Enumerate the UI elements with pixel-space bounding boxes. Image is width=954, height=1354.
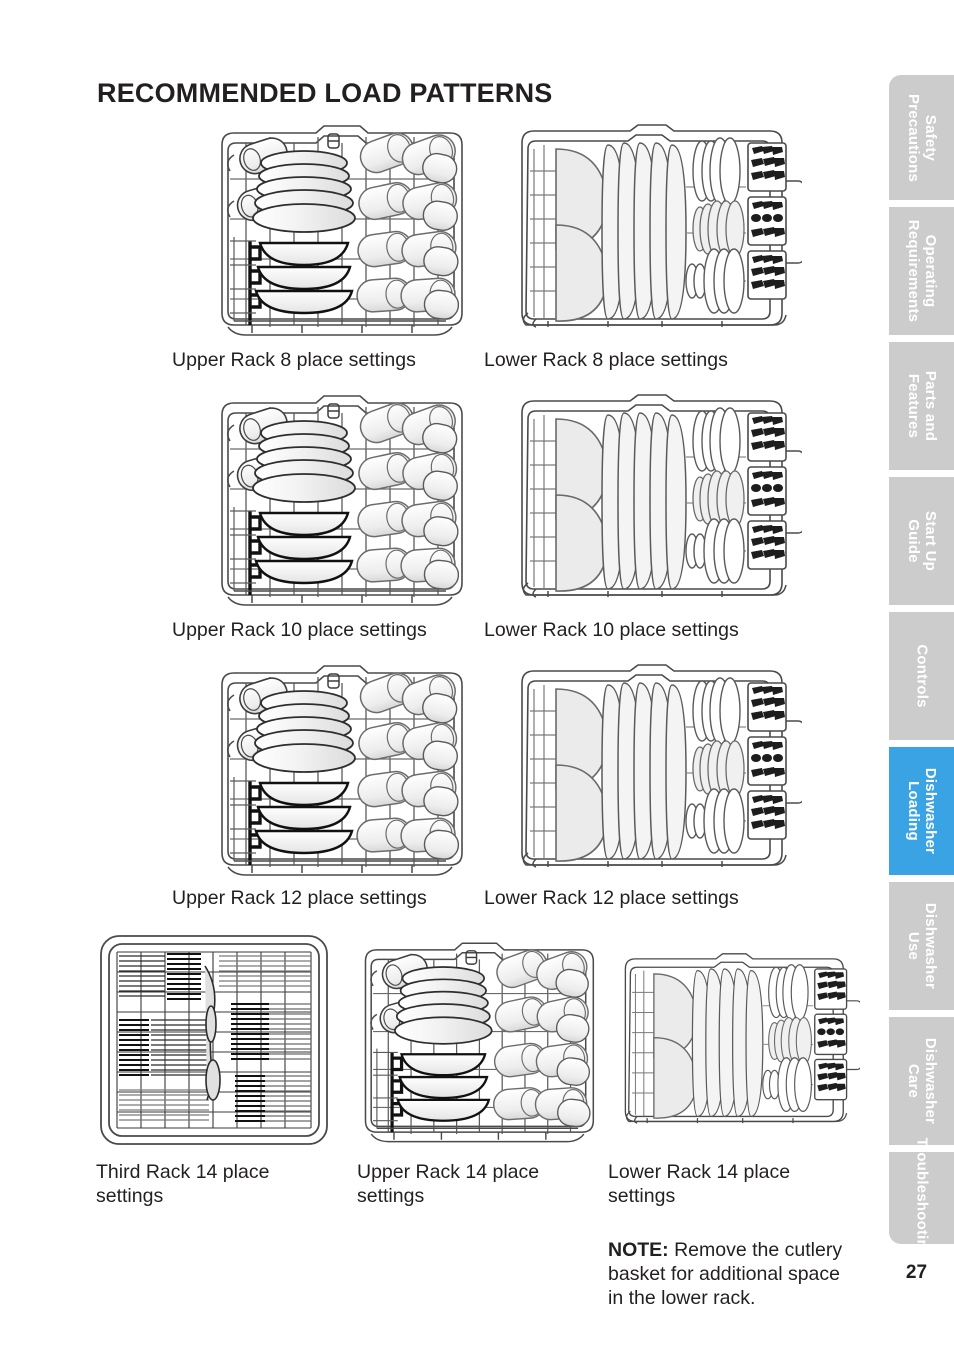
figure-lower-rack-8 (512, 115, 802, 343)
figure-upper-rack-10 (212, 385, 468, 613)
section-tab-rail: Safety Precautions Operating Requirement… (889, 0, 954, 1354)
page-title: RECOMMENDED LOAD PATTERNS (97, 78, 553, 108)
sidebar-item-operating-requirements[interactable]: Operating Requirements (889, 207, 954, 335)
sidebar-item-safety-precautions[interactable]: Safety Precautions (889, 75, 954, 200)
caption-lower-rack-10: Lower Rack 10 place settings (484, 619, 739, 641)
sidebar-item-start-up-guide[interactable]: Start Up Guide (889, 477, 954, 605)
sidebar-item-controls[interactable]: Controls (889, 612, 954, 740)
sidebar-item-dishwasher-use[interactable]: Dishwasher Use (889, 882, 954, 1010)
figure-lower-rack-12 (512, 655, 802, 883)
figure-third-rack-14 (93, 928, 336, 1154)
manual-page: RECOMMENDED LOAD PATTERNS Upper Rack 8 p… (0, 0, 954, 1354)
sidebar-item-parts-and-features[interactable]: Parts and Features (889, 342, 954, 470)
sidebar-item-label: Troubleshooting (913, 1137, 930, 1259)
page-number: 27 (905, 1262, 928, 1283)
sidebar-item-label: Controls (913, 644, 930, 708)
caption-lower-rack-8: Lower Rack 8 place settings (484, 349, 728, 371)
sidebar-item-label: Safety Precautions (904, 93, 939, 182)
sidebar-item-label: Operating Requirements (904, 219, 939, 323)
caption-upper-rack-12: Upper Rack 12 place settings (172, 887, 427, 909)
sidebar-item-dishwasher-loading[interactable]: Dishwasher Loading (889, 747, 954, 875)
note-label: NOTE: (608, 1239, 669, 1261)
figure-upper-rack-14 (356, 928, 599, 1154)
caption-third-rack-14: Third Rack 14 place settings (96, 1161, 270, 1207)
figure-upper-rack-12 (212, 655, 468, 883)
caption-lower-rack-14: Lower Rack 14 place settings (608, 1161, 791, 1207)
figure-lower-rack-14 (617, 928, 860, 1154)
figure-lower-rack-10 (512, 385, 802, 613)
figure-upper-rack-8 (212, 115, 468, 343)
sidebar-item-label: Start Up Guide (904, 511, 939, 571)
caption-lower-rack-12: Lower Rack 12 place settings (484, 887, 739, 909)
sidebar-item-dishwasher-care[interactable]: Dishwasher Care (889, 1017, 954, 1145)
caption-upper-rack-14: Upper Rack 14 place settings (357, 1161, 540, 1207)
sidebar-item-label: Dishwasher Loading (904, 767, 939, 855)
sidebar-item-troubleshooting[interactable]: Troubleshooting (889, 1138, 954, 1258)
sidebar-item-label: Parts and Features (904, 370, 939, 442)
note-block: NOTE: Remove the cutlery basket for addi… (608, 1238, 858, 1310)
caption-upper-rack-10: Upper Rack 10 place settings (172, 619, 427, 641)
caption-upper-rack-8: Upper Rack 8 place settings (172, 349, 416, 371)
sidebar-item-label: Dishwasher Care (904, 1037, 939, 1125)
sidebar-item-label: Dishwasher Use (904, 902, 939, 990)
